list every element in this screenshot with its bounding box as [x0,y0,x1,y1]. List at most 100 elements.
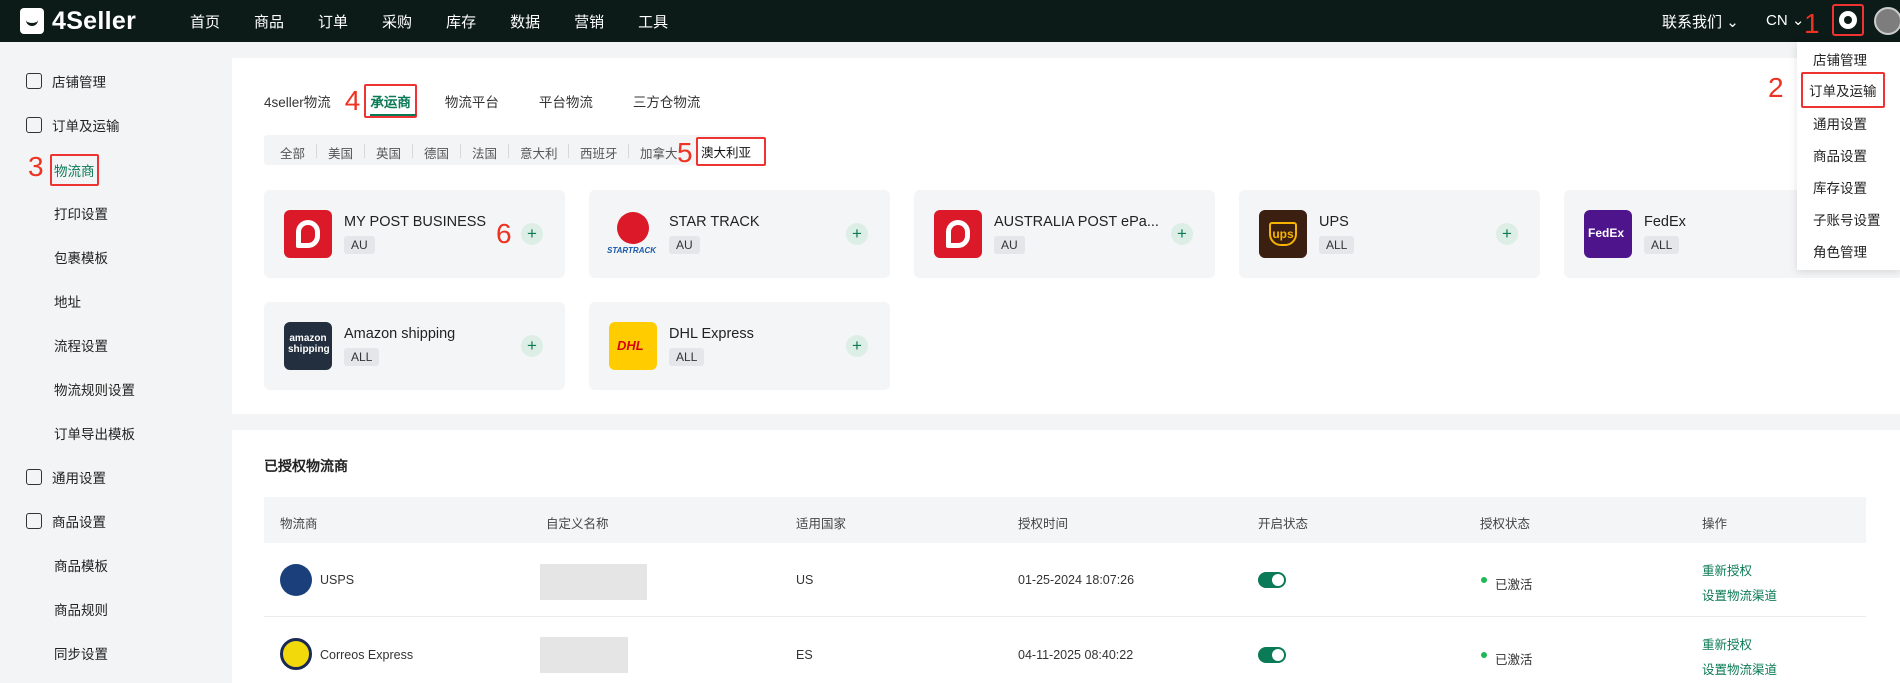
menu-item-store[interactable]: 店铺管理 [1813,49,1867,69]
tab-3pl[interactable]: 三方仓物流 [633,91,701,111]
tab-platform-logistics[interactable]: 平台物流 [539,91,593,111]
divider [412,144,413,158]
top-bar: 4Seller 首页 商品 订单 采购 库存 数据 营销 工具 联系我们 ⌄ C… [0,0,1900,42]
carrier-cell: USPS [320,573,355,587]
reauthorize-link[interactable]: 重新授权 [1702,634,1752,653]
add-carrier-button[interactable]: + [846,335,868,357]
sidebar-item-package[interactable]: 包裹模板 [54,247,108,267]
menu-item-order-shipping[interactable]: 订单及运输 [1801,72,1885,108]
sidebar-item-store[interactable]: 店铺管理 [26,71,106,91]
country-au[interactable]: 澳大利亚 [696,137,767,166]
auspost-mark [296,220,320,248]
nav-tools[interactable]: 工具 [638,11,668,32]
set-channel-link[interactable]: 设置物流渠道 [1702,659,1777,678]
carrier-card-dhl[interactable]: DHL DHL Express ALL + [589,302,890,390]
brand-logo[interactable]: 4Seller [20,6,136,36]
add-carrier-button[interactable]: + [1496,223,1518,245]
menu-item-subaccount[interactable]: 子账号设置 [1813,209,1881,229]
carrier-region-badge: ALL [1644,236,1680,254]
add-carrier-button[interactable]: + [521,335,543,357]
sidebar-item-print[interactable]: 打印设置 [54,203,108,223]
divider [460,144,461,158]
language-menu[interactable]: CN ⌄ [1766,11,1804,29]
country-all[interactable]: 全部 [280,143,305,162]
printer-icon [26,469,42,485]
avatar[interactable] [1874,7,1900,35]
sidebar-item-product[interactable]: 商品设置 [26,511,106,531]
sidebar-item-product-rule[interactable]: 商品规则 [54,599,108,619]
set-channel-link[interactable]: 设置物流渠道 [1702,585,1777,604]
sidebar-item-export[interactable]: 订单导出模板 [54,423,135,443]
nav-home[interactable]: 首页 [190,11,220,32]
nav-data[interactable]: 数据 [510,11,540,32]
nav-inventory[interactable]: 库存 [446,11,476,32]
sidebar-item-address[interactable]: 地址 [54,291,81,311]
add-carrier-button[interactable]: + [521,223,543,245]
nav-marketing[interactable]: 营销 [574,11,604,32]
divider [628,144,629,158]
carrier-card-ups[interactable]: ups UPS ALL + [1239,190,1540,278]
carrier-card-startrack[interactable]: STARTRACK STAR TRACK AU + [589,190,890,278]
sidebar-item-label: 商品设置 [52,515,106,530]
country-fr[interactable]: 法国 [472,143,497,162]
carrier-card-mypost[interactable]: MY POST BUSINESS AU 6 + [264,190,565,278]
bag-icon [20,8,44,34]
carrier-card-auspost[interactable]: AUSTRALIA POST ePa... AU + [914,190,1215,278]
carrier-region-badge: AU [669,236,700,254]
menu-item-inventory[interactable]: 库存设置 [1813,177,1867,197]
sidebar-item-logistics[interactable]: 物流商 [50,154,99,186]
carrier-card-amazon[interactable]: amazon shipping Amazon shipping ALL + [264,302,565,390]
country-uk[interactable]: 英国 [376,143,401,162]
country-de[interactable]: 德国 [424,143,449,162]
country-us[interactable]: 美国 [328,143,353,162]
contact-us-menu[interactable]: 联系我们 ⌄ [1662,11,1739,32]
divider [316,144,317,158]
contact-label: 联系我们 [1662,14,1723,31]
sidebar-item-order-shipping[interactable]: 订单及运输 [26,115,120,135]
row-divider [264,616,1866,617]
tab-carriers[interactable]: 承运商 [364,84,417,118]
brand-name: 4Seller [52,6,137,35]
chevron-down-icon: ⌄ [1726,14,1739,31]
sidebar-item-label: 通用设置 [52,471,106,486]
usps-logo-icon [280,564,312,596]
auspost-logo-icon [934,210,982,258]
nav-orders[interactable]: 订单 [318,11,348,32]
status-dot [1481,652,1487,658]
tab-bar: 4seller物流 4 承运商 物流平台 平台物流 三方仓物流 [264,84,700,118]
amazon-logo-icon: amazon shipping [284,322,332,370]
country-it[interactable]: 意大利 [520,143,558,162]
column-header: 授权时间 [1018,517,1069,531]
tab-4seller[interactable]: 4seller物流 [264,91,331,111]
reauthorize-link[interactable]: 重新授权 [1702,560,1752,579]
enable-toggle[interactable] [1258,572,1286,588]
divider [364,144,365,158]
language-label: CN [1766,12,1788,29]
fedex-logo-icon: FedEx [1584,210,1632,258]
menu-item-roles[interactable]: 角色管理 [1813,241,1867,261]
annotation-3: 3 [28,151,44,182]
correos-logo-icon [280,638,312,670]
menu-item-product[interactable]: 商品设置 [1813,145,1867,165]
country-ca[interactable]: 加拿大 [640,143,678,162]
startrack-text: STARTRACK [607,246,657,255]
menu-item-general[interactable]: 通用设置 [1813,113,1867,133]
column-header: 操作 [1702,517,1728,531]
column-header: 自定义名称 [546,517,609,531]
sidebar-item-rules[interactable]: 物流规则设置 [54,379,135,399]
enable-toggle[interactable] [1258,647,1286,663]
add-carrier-button[interactable]: + [1171,223,1193,245]
sidebar-item-sync[interactable]: 同步设置 [54,643,108,663]
sidebar-item-general[interactable]: 通用设置 [26,467,106,487]
nav-products[interactable]: 商品 [254,11,284,32]
country-es[interactable]: 西班牙 [580,143,618,162]
tab-platform[interactable]: 物流平台 [445,91,499,111]
status-badge: 已激活 [1495,653,1533,667]
settings-button[interactable] [1832,4,1864,36]
nav-purchase[interactable]: 采购 [382,11,412,32]
sidebar-item-workflow[interactable]: 流程设置 [54,335,108,355]
auspost-mark [946,220,970,248]
sidebar-item-product-template[interactable]: 商品模板 [54,555,108,575]
checklist-icon [26,117,42,133]
add-carrier-button[interactable]: + [846,223,868,245]
